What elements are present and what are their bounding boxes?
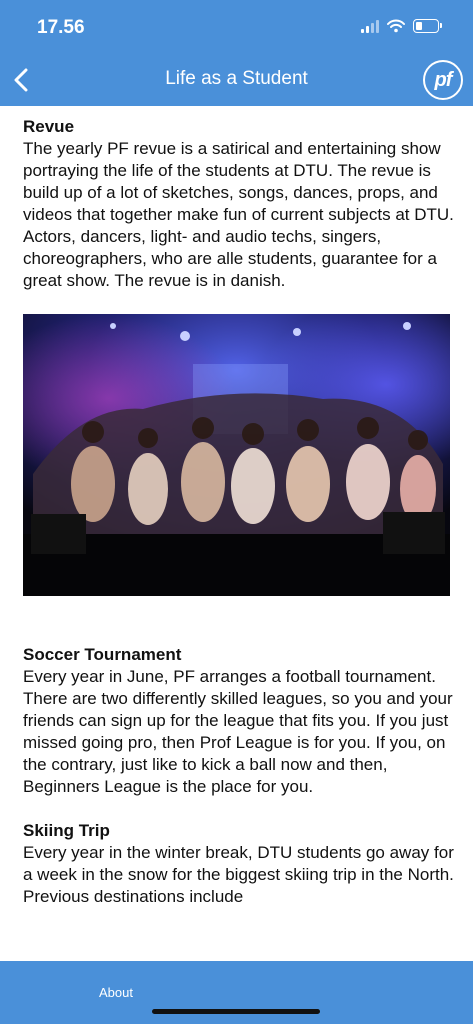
bottom-bar: About bbox=[0, 961, 473, 1024]
section-soccer: Soccer Tournament Every year in June, PF… bbox=[23, 644, 455, 798]
nav-bar: Life as a Student pf bbox=[0, 56, 473, 106]
section-body: The yearly PF revue is a satirical and e… bbox=[23, 139, 454, 290]
section-title: Skiing Trip bbox=[23, 821, 110, 840]
battery-icon bbox=[413, 19, 442, 33]
tab-about[interactable]: About bbox=[99, 985, 133, 1000]
home-indicator[interactable] bbox=[152, 1009, 320, 1014]
status-bar: 17.56 bbox=[0, 0, 473, 56]
section-skiing: Skiing Trip Every year in the winter bre… bbox=[23, 820, 455, 908]
cellular-signal-icon bbox=[361, 19, 379, 33]
pf-logo[interactable]: pf bbox=[423, 60, 463, 100]
section-body: Every year in the winter break, DTU stud… bbox=[23, 843, 454, 906]
section-body: Every year in June, PF arranges a footba… bbox=[23, 667, 453, 796]
section-revue: Revue The yearly PF revue is a satirical… bbox=[23, 116, 455, 292]
status-time: 17.56 bbox=[37, 17, 85, 38]
section-title: Revue bbox=[23, 117, 75, 136]
wifi-icon bbox=[387, 19, 405, 33]
page-title: Life as a Student bbox=[165, 68, 308, 89]
revue-photo bbox=[23, 314, 450, 596]
content: Revue The yearly PF revue is a satirical… bbox=[23, 116, 455, 930]
status-icons bbox=[361, 19, 442, 33]
section-title: Soccer Tournament bbox=[23, 645, 182, 664]
